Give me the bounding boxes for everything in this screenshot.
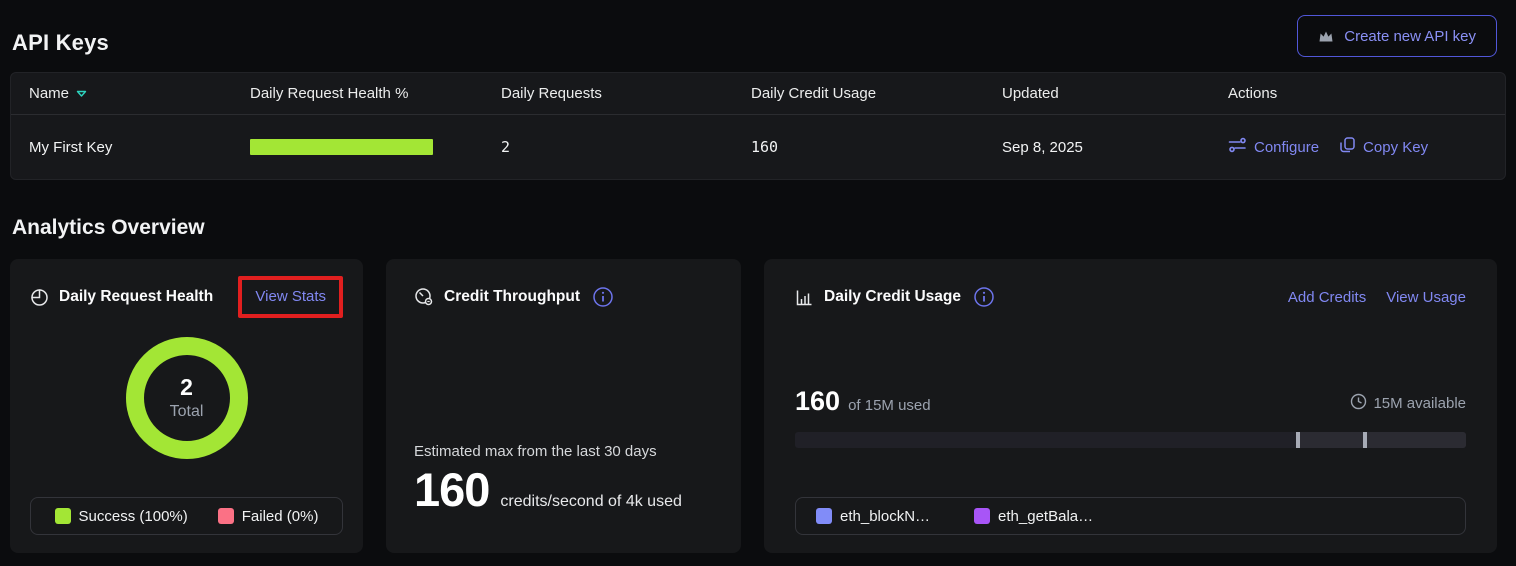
health-donut-chart: 2 Total <box>30 337 343 459</box>
throughput-unit: credits/second of 4k used <box>500 493 681 511</box>
card-title: Credit Throughput <box>444 288 580 306</box>
usage-bar-marker <box>1363 432 1367 448</box>
daily-requests-cell: 2 <box>501 138 751 156</box>
info-icon[interactable] <box>592 286 614 308</box>
copy-icon <box>1339 136 1356 158</box>
updated-cell: Sep 8, 2025 <box>1002 139 1228 156</box>
card-title: Daily Credit Usage <box>824 288 961 306</box>
configure-link[interactable]: Configure <box>1228 137 1319 157</box>
column-header-health: Daily Request Health % <box>250 85 501 102</box>
api-keys-table: Name Daily Request Health % Daily Reques… <box>10 72 1506 180</box>
donut-center: 2 Total <box>144 355 230 441</box>
credit-throughput-card: Credit Throughput Estimated max from the… <box>386 259 741 553</box>
throughput-value: 160 <box>414 462 489 517</box>
method-swatch-purple <box>974 508 990 524</box>
pie-chart-icon <box>30 288 49 307</box>
card-header: Credit Throughput <box>414 274 713 320</box>
column-header-requests: Daily Requests <box>501 85 751 102</box>
health-bar-cell <box>250 139 501 155</box>
table-header-row: Name Daily Request Health % Daily Reques… <box>11 73 1505 115</box>
column-header-name[interactable]: Name <box>29 85 250 102</box>
copy-key-link[interactable]: Copy Key <box>1339 136 1428 158</box>
throughput-value-row: 160 credits/second of 4k used <box>414 462 713 517</box>
success-swatch <box>55 508 71 524</box>
table-row: My First Key 2 160 Sep 8, 2025 Configure <box>11 115 1505 179</box>
view-stats-link[interactable]: View Stats <box>255 288 326 305</box>
bar-chart-icon <box>795 288 814 307</box>
legend-item-eth-getbalance: eth_getBala… <box>974 508 1093 525</box>
method-swatch-blue <box>816 508 832 524</box>
throughput-subtitle: Estimated max from the last 30 days <box>414 443 713 460</box>
daily-credit-usage-card: Daily Credit Usage Add Credits View Usag… <box>764 259 1497 553</box>
credits-used-value: 160 <box>795 386 840 417</box>
usage-legend: eth_blockN… eth_getBala… <box>795 497 1466 535</box>
add-credits-link[interactable]: Add Credits <box>1288 289 1366 306</box>
usage-progress-bar <box>795 432 1466 448</box>
legend-item-eth-blocknumber: eth_blockN… <box>816 508 930 525</box>
sliders-icon <box>1228 137 1247 157</box>
key-name-cell: My First Key <box>29 139 250 156</box>
daily-credit-usage-cell: 160 <box>751 138 1002 156</box>
health-bar <box>250 139 433 155</box>
credits-available-label: 15M available <box>1373 395 1466 412</box>
configure-label: Configure <box>1254 139 1319 156</box>
daily-request-health-card: Daily Request Health View Stats 2 Total … <box>10 259 363 553</box>
clock-icon <box>1350 393 1367 414</box>
legend-label: eth_getBala… <box>998 508 1093 525</box>
health-legend: Success (100%) Failed (0%) <box>30 497 343 535</box>
credits-available: 15M available <box>1350 393 1466 414</box>
donut-total-label: Total <box>170 403 204 421</box>
usage-stats-row: 160 of 15M used 15M available <box>795 386 1466 417</box>
sort-icon <box>76 85 87 102</box>
credits-used-label: of 15M used <box>848 397 931 414</box>
failed-swatch <box>218 508 234 524</box>
gauge-icon <box>414 287 434 307</box>
create-api-key-button[interactable]: Create new API key <box>1297 15 1497 57</box>
red-annotation-box: View Stats <box>238 276 343 318</box>
legend-item-failed: Failed (0%) <box>218 508 319 525</box>
donut-total-value: 2 <box>180 375 193 400</box>
usage-bar-segment <box>1296 432 1466 448</box>
copy-key-label: Copy Key <box>1363 139 1428 156</box>
usage-bar-marker <box>1296 432 1300 448</box>
analytics-section-title: Analytics Overview <box>12 216 1506 240</box>
card-title: Daily Request Health <box>59 288 213 306</box>
column-header-updated: Updated <box>1002 85 1228 102</box>
analytics-cards: Daily Request Health View Stats 2 Total … <box>10 259 1506 553</box>
create-api-key-label: Create new API key <box>1344 28 1476 45</box>
crown-icon <box>1318 29 1334 43</box>
page-title: API Keys <box>12 30 109 56</box>
legend-label: Success (100%) <box>79 508 188 525</box>
info-icon[interactable] <box>973 286 995 308</box>
dashboard-page: API Keys Create new API key Name Daily R… <box>0 0 1516 566</box>
donut-ring: 2 Total <box>126 337 248 459</box>
actions-cell: Configure Copy Key <box>1228 136 1487 158</box>
legend-label: Failed (0%) <box>242 508 319 525</box>
card-header: Daily Request Health View Stats <box>30 274 343 320</box>
view-usage-link[interactable]: View Usage <box>1386 289 1466 306</box>
card-links: Add Credits View Usage <box>1288 289 1466 306</box>
legend-item-success: Success (100%) <box>55 508 188 525</box>
column-label: Name <box>29 85 69 102</box>
column-header-actions: Actions <box>1228 85 1487 102</box>
card-header: Daily Credit Usage Add Credits View Usag… <box>795 274 1466 320</box>
legend-label: eth_blockN… <box>840 508 930 525</box>
column-header-credit-usage: Daily Credit Usage <box>751 85 1002 102</box>
topbar: API Keys Create new API key <box>10 0 1506 72</box>
